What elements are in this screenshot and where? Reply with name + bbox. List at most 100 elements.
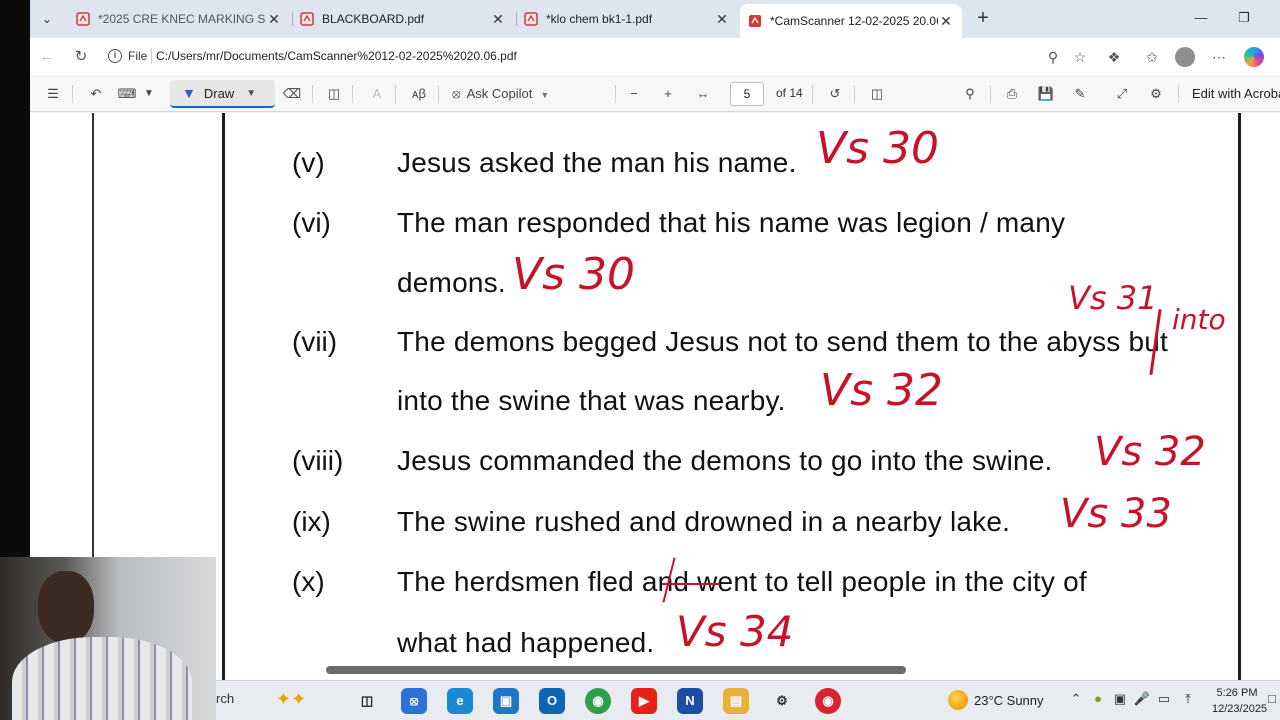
edge-browser-icon[interactable]: e [447, 688, 473, 714]
fit-page-icon[interactable]: ↔ [692, 83, 714, 105]
tab-camscanner[interactable]: *CamScanner 12-02-2025 20.06.pdf ✕ [740, 4, 962, 38]
restore-button[interactable]: ❐ [1229, 6, 1259, 30]
toolbar-separator [1178, 85, 1179, 103]
page-total-label: of 14 [776, 86, 803, 100]
tray-chevron-up-icon[interactable]: ⌃ [1066, 691, 1086, 707]
highlight-chevron-icon[interactable]: ▼ [142, 83, 156, 105]
copilot-icon[interactable] [1244, 47, 1264, 67]
handwritten-verse-note: Vs 34 [676, 607, 794, 656]
handwritten-verse-note: Vs 32 [1094, 429, 1206, 475]
info-icon[interactable]: i [108, 49, 122, 63]
eraser-icon[interactable]: ⌫ [281, 83, 303, 105]
print-icon[interactable]: ⎙ [1001, 83, 1023, 105]
text-box-icon[interactable]: ◫ [323, 83, 345, 105]
translate-icon[interactable]: ᴀβ [408, 83, 430, 105]
notes-app-icon[interactable]: N [677, 688, 703, 714]
page-left-border [222, 113, 225, 680]
close-icon[interactable]: ✕ [490, 11, 506, 28]
new-tab-button[interactable]: + [972, 8, 994, 30]
clock-time: 5:26 PM [1216, 687, 1258, 699]
youtube-icon[interactable]: ▶ [631, 688, 657, 714]
highlight-icon[interactable]: ⌨ [116, 83, 138, 105]
settings-gear-icon[interactable]: ⚙ [1145, 83, 1167, 105]
handwritten-verse-note: Vs 30 [512, 249, 635, 300]
tab-cre-marking-scheme[interactable]: *2025 CRE KNEC MARKING SCHEME ✕ [68, 4, 290, 34]
chevron-down-icon: ▼ [246, 87, 257, 99]
wifi-icon[interactable]: ⤒ [1178, 691, 1198, 707]
notification-bell-icon[interactable]: □ [1268, 691, 1276, 706]
browser-window: ⌄ *2025 CRE KNEC MARKING SCHEME ✕ BLACKB… [30, 0, 1280, 680]
toolbar-separator [854, 85, 855, 103]
close-icon[interactable]: ✕ [266, 11, 282, 28]
horizontal-scrollbar[interactable] [326, 666, 906, 674]
taskbar-clock[interactable]: 5:26 PM 12/23/2025 [1212, 685, 1267, 717]
toolbar-separator [812, 85, 813, 103]
battery-icon[interactable]: ▭ [1154, 691, 1174, 707]
favorites-icon[interactable]: ✩ [1141, 46, 1163, 68]
tab-title: *2025 CRE KNEC MARKING SCHEME [98, 12, 266, 26]
file-explorer-icon[interactable]: ▤ [723, 688, 749, 714]
pen-icon: ▼ [182, 85, 196, 101]
handwritten-verse-note: Vs 31 [1068, 279, 1158, 317]
microphone-icon[interactable]: 🎤 [1132, 691, 1152, 707]
minimize-button[interactable]: — [1186, 6, 1216, 30]
tab-klo-chem[interactable]: *klo chem bk1-1.pdf ✕ [516, 4, 738, 34]
edit-with-acrobat-button[interactable]: Edit with Acrobat [1192, 86, 1280, 101]
item-numeral: (vii) [292, 326, 338, 357]
close-icon[interactable]: ✕ [938, 13, 954, 30]
more-menu-icon[interactable]: ⋯ [1208, 46, 1230, 68]
item-text-line: The herdsmen fled and went to tell peopl… [397, 566, 1087, 597]
back-arrow-icon[interactable]: ← [36, 46, 58, 68]
tray-device-icon[interactable]: ▣ [1110, 691, 1130, 707]
webcam-presenter-head [38, 571, 94, 643]
recorder-app-icon[interactable]: ◉ [815, 688, 841, 714]
contents-list-icon[interactable]: ☰ [42, 83, 64, 105]
chrome-icon[interactable]: ◉ [585, 688, 611, 714]
close-icon[interactable]: ✕ [714, 11, 730, 28]
settings-gear-icon[interactable]: ⚙ [769, 688, 795, 714]
rotate-icon[interactable]: ↺ [824, 83, 846, 105]
tab-blackboard[interactable]: BLACKBOARD.pdf ✕ [292, 4, 514, 34]
taskbar-search-box[interactable]: rch [216, 691, 234, 706]
task-view-icon[interactable]: ◫ [354, 688, 380, 714]
item-text-line: The swine rushed and drowned in a nearby… [397, 506, 1011, 537]
store-icon[interactable]: ▣ [493, 688, 519, 714]
toolbar-separator [352, 85, 353, 103]
search-icon[interactable]: ⚲ [959, 83, 981, 105]
toolbar-separator [990, 85, 991, 103]
favorite-star-icon[interactable]: ☆ [1069, 46, 1091, 68]
profile-avatar[interactable] [1175, 47, 1195, 67]
page-right-border [1238, 113, 1241, 680]
save-as-icon[interactable]: ✎ [1069, 83, 1091, 105]
save-icon[interactable]: 💾 [1035, 83, 1057, 105]
zoom-in-icon[interactable]: + [657, 83, 679, 105]
sun-weather-icon [948, 690, 968, 710]
weather-label[interactable]: 23°C Sunny [974, 693, 1044, 708]
address-url-input[interactable]: C:/Users/mr/Documents/CamScanner%2012-02… [156, 49, 517, 63]
page-number-input[interactable]: 5 [730, 82, 764, 106]
address-scheme-label: File [128, 49, 148, 63]
tab-list-chevron-icon[interactable]: ⌄ [36, 8, 58, 30]
outlook-icon[interactable]: O [539, 688, 565, 714]
refresh-icon[interactable]: ↻ [70, 46, 92, 68]
zoom-out-icon[interactable]: − [623, 83, 645, 105]
ask-copilot-button[interactable]: ⦻ Ask Copilot ▼ [452, 83, 567, 105]
item-text-line: Jesus asked the man his name. [397, 147, 797, 178]
search-highlight-sparkle-icon[interactable]: ✦✦ [276, 689, 306, 710]
item-text-line: Jesus commanded the demons to go into th… [397, 445, 1053, 476]
webcam-presenter-shirt [12, 637, 192, 720]
zoom-icon[interactable]: ⚲ [1042, 46, 1064, 68]
page-view-icon[interactable]: ◫ [866, 83, 888, 105]
tab-bar: ⌄ *2025 CRE KNEC MARKING SCHEME ✕ BLACKB… [30, 0, 1280, 38]
pdf-document-view[interactable]: (v) Jesus asked the man his name. Vs 30 … [30, 113, 1280, 680]
read-aloud-icon[interactable]: A [366, 83, 388, 105]
extensions-icon[interactable]: ❖ [1103, 46, 1125, 68]
draw-button[interactable]: ▼ Draw ▼ [170, 80, 275, 108]
copilot-app-icon[interactable]: ⦻ [401, 688, 427, 714]
item-text-line: demons. [397, 267, 506, 298]
tray-app-icon[interactable]: ● [1088, 691, 1108, 706]
tab-title: *CamScanner 12-02-2025 20.06.pdf [770, 14, 938, 28]
undo-icon[interactable]: ↶ [85, 83, 107, 105]
address-separator [151, 48, 152, 64]
fullscreen-icon[interactable]: ⤢ [1111, 83, 1133, 105]
